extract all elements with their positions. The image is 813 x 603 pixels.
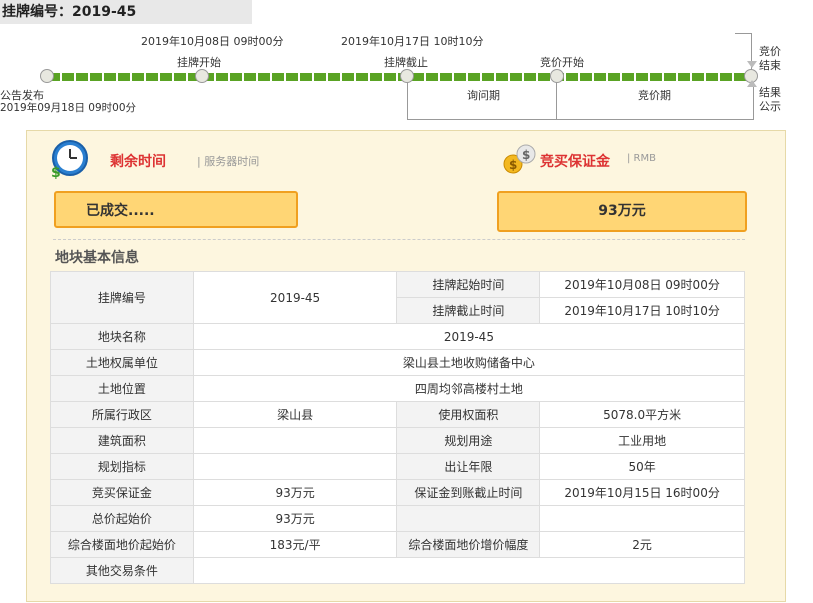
timeline: 2019年10月08日 09时00分 2019年10月17日 10时10分 挂牌… [0, 30, 813, 125]
cell-label: 出让年限 [396, 453, 541, 480]
timer-status-box: 已成交..... [54, 191, 298, 228]
arrow-down-icon [747, 61, 757, 68]
cell-empty [539, 505, 745, 532]
start-time: 2019年10月08日 09时00分 [141, 35, 284, 48]
money-icon: $ $ [500, 138, 540, 178]
table-row: 竞买保证金 93万元 保证金到账截止时间 2019年10月15日 16时00分 [50, 479, 745, 506]
svg-text:$: $ [522, 148, 530, 162]
deposit-subtitle: | RMB [627, 153, 656, 164]
end-label: 挂牌截止 [384, 56, 428, 69]
node-publish [40, 69, 54, 83]
cell-label: 总价起始价 [50, 505, 194, 532]
node-bid-start [550, 69, 564, 83]
progress-track [48, 73, 748, 81]
cell-label: 挂牌编号 [50, 271, 194, 324]
cell-label: 挂牌起始时间 [396, 271, 541, 298]
cell-value: 2019年10月08日 09时00分 [539, 271, 745, 298]
bracket-top-h [735, 33, 752, 34]
end-time: 2019年10月17日 10时10分 [341, 35, 484, 48]
svg-text:$: $ [51, 165, 61, 179]
arrow-up-icon [747, 80, 757, 87]
page-title: 挂牌编号：2019-45 [0, 0, 252, 24]
cell-label: 挂牌截止时间 [396, 297, 541, 324]
cell-label: 土地位置 [50, 375, 194, 402]
cell-empty [396, 505, 541, 532]
timer-subtitle: | 服务器时间 [197, 155, 260, 168]
cell-value: 50年 [539, 453, 745, 480]
clock-icon: $ [49, 139, 89, 181]
table-row: 地块名称 2019-45 [50, 323, 746, 350]
section-title: 地块基本信息 [55, 250, 139, 266]
bracket-bottom [407, 82, 754, 120]
divider-mid [556, 82, 557, 119]
table-row: 总价起始价 93万元 [50, 505, 745, 532]
cell-label: 建筑面积 [50, 427, 194, 454]
node-end [400, 69, 414, 83]
cell-value: 2019年10月15日 16时00分 [539, 479, 745, 506]
cell-value: 93万元 [192, 479, 398, 506]
table-row: 挂牌编号 2019-45 挂牌起始时间 2019年10月08日 09时00分 [50, 271, 745, 324]
cell-value: 梁山县土地收购储备中心 [192, 349, 746, 376]
node-start [195, 69, 209, 83]
cell-value: 梁山县 [192, 401, 398, 428]
timer-title: 剩余时间 [110, 154, 166, 170]
bid-start-label: 竞价开始 [540, 56, 584, 69]
cell-label: 规划用途 [396, 427, 541, 454]
cell-value: 2019-45 [192, 271, 398, 324]
cell-value: 93万元 [192, 505, 398, 532]
svg-text:$: $ [509, 158, 517, 172]
cell-value: 工业用地 [539, 427, 745, 454]
bidding-label: 竞价期 [638, 89, 671, 102]
start-label: 挂牌开始 [177, 56, 221, 69]
cell-value: 5078.0平方米 [539, 401, 745, 428]
cell-label: 使用权面积 [396, 401, 541, 428]
result-label-2: 公示 [759, 100, 781, 113]
cell-label: 其他交易条件 [50, 557, 194, 584]
cell-value: 2元 [539, 531, 745, 558]
timer-status-value: 已成交..... [86, 203, 155, 219]
cell-label: 保证金到账截止时间 [396, 479, 541, 506]
deposit-value: 93万元 [598, 203, 646, 219]
cell-value: 四周均邻高楼村土地 [192, 375, 746, 402]
inquiry-label: 询问期 [467, 89, 500, 102]
table-row: 建筑面积 规划用途 工业用地 [50, 427, 745, 454]
deposit-title: 竞买保证金 [540, 154, 610, 170]
bid-end-label-2: 结束 [759, 59, 781, 72]
cell-value [192, 427, 398, 454]
table-row: 其他交易条件 [50, 557, 746, 584]
cell-label: 地块名称 [50, 323, 194, 350]
cell-value [192, 557, 746, 584]
cell-value: 2019-45 [192, 323, 746, 350]
table-row: 所属行政区 梁山县 使用权面积 5078.0平方米 [50, 401, 745, 428]
land-info-table: 挂牌编号 2019-45 挂牌起始时间 2019年10月08日 09时00分 挂… [50, 271, 746, 584]
deposit-box: 93万元 [497, 191, 747, 232]
cell-label: 综合楼面地价增价幅度 [396, 531, 541, 558]
cell-value [192, 453, 398, 480]
table-row: 土地位置 四周均邻高楼村土地 [50, 375, 746, 402]
cell-label: 所属行政区 [50, 401, 194, 428]
cell-label: 竞买保证金 [50, 479, 194, 506]
cell-label: 规划指标 [50, 453, 194, 480]
table-row: 土地权属单位 梁山县土地收购储备中心 [50, 349, 746, 376]
cell-label: 土地权属单位 [50, 349, 194, 376]
table-row: 综合楼面地价起始价 183元/平 综合楼面地价增价幅度 2元 [50, 531, 745, 558]
table-row: 规划指标 出让年限 50年 [50, 453, 745, 480]
cell-value: 183元/平 [192, 531, 398, 558]
cell-value: 2019年10月17日 10时10分 [539, 297, 745, 324]
publish-time: 2019年09月18日 09时00分 [0, 102, 137, 114]
cell-label: 综合楼面地价起始价 [50, 531, 194, 558]
divider [53, 239, 745, 240]
